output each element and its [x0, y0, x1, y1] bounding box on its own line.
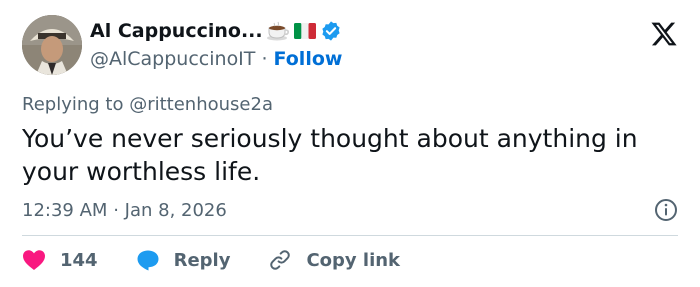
copy-link-label: Copy link [306, 249, 401, 271]
x-logo-icon[interactable] [650, 20, 678, 48]
reply-bubble-icon [137, 250, 159, 271]
reply-label: Reply [173, 249, 231, 271]
verified-badge-icon [320, 20, 342, 42]
italy-flag-icon [293, 22, 317, 40]
author-name-row[interactable]: Al Cappuccino... [90, 20, 342, 42]
avatar[interactable] [22, 15, 82, 75]
tweet-text: You’ve never seriously thought about any… [22, 124, 638, 186]
info-icon[interactable] [654, 198, 678, 222]
reply-button[interactable]: Reply [136, 249, 231, 271]
author-display-name[interactable]: Al Cappuccino... [90, 20, 263, 42]
avatar-image [22, 15, 82, 75]
handle-separator: · [261, 48, 268, 70]
timestamp-separator: · [113, 200, 119, 221]
like-button[interactable]: 144 [22, 249, 98, 271]
like-count: 144 [60, 249, 98, 271]
author-handle-row: @AlCappuccinoIT · Follow [90, 48, 342, 70]
reply-context-prefix: Replying to [22, 94, 124, 115]
follow-button[interactable]: Follow [274, 48, 343, 70]
tweet-date: Jan 8, 2026 [124, 200, 227, 221]
copy-link-button[interactable]: Copy link [268, 248, 400, 272]
tweet-timestamp[interactable]: 12:39 AM · Jan 8, 2026 [22, 200, 227, 221]
divider [22, 235, 678, 236]
reply-context: Replying to @rittenhouse2a [22, 94, 273, 115]
reply-mention-link[interactable]: @rittenhouse2a [129, 94, 273, 115]
tweet-time: 12:39 AM [22, 200, 108, 221]
tweet-actions: 144 Reply Copy link [22, 246, 438, 274]
author-handle[interactable]: @AlCappuccinoIT [90, 48, 255, 70]
coffee-emoji-icon [266, 21, 290, 41]
heart-icon [23, 250, 45, 270]
link-icon [270, 250, 291, 270]
